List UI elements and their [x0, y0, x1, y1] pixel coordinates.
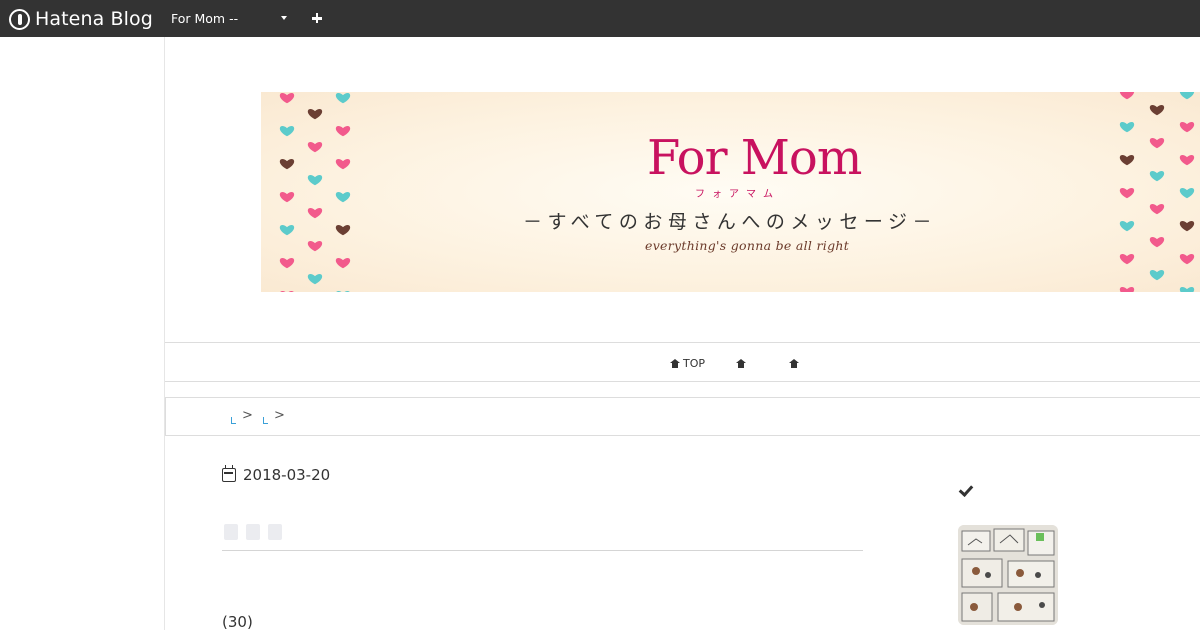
heart-shape: [1119, 254, 1135, 265]
heart-shape: [279, 258, 295, 269]
heart-shape: [1149, 105, 1165, 116]
entry-date[interactable]: 2018-03-20: [222, 465, 330, 485]
breadcrumb: > >: [165, 397, 1200, 436]
heart-shape: [279, 159, 295, 170]
heart-shape: [1179, 221, 1195, 232]
category-tag[interactable]: [268, 524, 282, 540]
nav-item-3[interactable]: [789, 355, 802, 371]
entry-date-text: 2018-03-20: [243, 466, 331, 484]
heart-shape: [1179, 122, 1195, 133]
logo-text: Hatena Blog: [35, 8, 153, 30]
heart-shape: [1119, 188, 1135, 199]
left-hearts-decoration: [279, 93, 351, 292]
heart-shape: [307, 175, 323, 186]
heart-shape: [1149, 204, 1165, 215]
breadcrumb-link-category[interactable]: [263, 417, 268, 424]
category-tag[interactable]: [246, 524, 260, 540]
breadcrumb-separator: >: [274, 408, 285, 423]
blog-header-banner[interactable]: For Mom フォアマム －すべてのお母さんへのメッセージ－ everythi…: [261, 92, 1200, 292]
breadcrumb-separator: >: [242, 408, 253, 423]
heart-shape: [1179, 155, 1195, 166]
heart-shape: [1119, 92, 1135, 100]
heart-shape: [279, 126, 295, 137]
heart-shape: [307, 274, 323, 285]
left-column-divider: [164, 37, 165, 630]
category-tag[interactable]: [224, 524, 238, 540]
entry-count: (30): [222, 613, 253, 630]
blog-select-dropdown[interactable]: For Mom --: [171, 9, 289, 29]
heart-shape: [307, 109, 323, 120]
entry-categories: [224, 524, 282, 540]
heart-shape: [307, 208, 323, 219]
nav-item-label: TOP: [683, 356, 706, 370]
heart-shape: [1179, 92, 1195, 100]
heart-shape: [1149, 138, 1165, 149]
banner-kana: フォアマム: [695, 189, 780, 200]
drawing-thumbnail[interactable]: [958, 525, 1058, 625]
heart-shape: [279, 225, 295, 236]
heart-shape: [335, 192, 351, 203]
banner-tagline: everything's gonna be all right: [645, 238, 850, 253]
heart-shape: [336, 291, 350, 292]
home-icon: [789, 358, 799, 368]
heart-shape: [279, 93, 295, 104]
breadcrumb-link-home[interactable]: [231, 417, 236, 424]
heart-shape: [279, 192, 295, 203]
heart-shape: [1179, 188, 1195, 199]
heart-shape: [335, 258, 351, 269]
heart-shape: [335, 159, 351, 170]
heart-shape: [335, 126, 351, 137]
thumbnail-image: [958, 525, 1058, 625]
home-icon: [670, 358, 680, 368]
banner-title: For Mom: [647, 130, 862, 186]
heart-shape: [1149, 171, 1165, 182]
global-nav: TOP: [165, 342, 1200, 382]
global-header: Hatena Blog For Mom --: [0, 0, 1200, 37]
heart-shape: [335, 93, 351, 104]
heart-shape: [1119, 155, 1135, 166]
heart-shape: [307, 241, 323, 252]
home-icon: [736, 358, 746, 368]
entry-title-divider: [222, 550, 863, 551]
heart-shape: [1149, 270, 1165, 281]
nav-item-2[interactable]: [736, 355, 749, 371]
calendar-icon: [222, 465, 236, 482]
heart-shape: [1119, 122, 1135, 133]
plus-icon[interactable]: [309, 9, 325, 27]
heart-shape: [335, 225, 351, 236]
heart-shape: [1119, 287, 1135, 292]
heart-shape: [1149, 237, 1165, 248]
heart-shape: [1179, 287, 1195, 292]
heart-shape: [1119, 221, 1135, 232]
heart-shape: [280, 291, 294, 292]
check-icon: [959, 484, 973, 496]
hatena-blog-logo[interactable]: Hatena Blog: [9, 6, 153, 32]
banner-subtitle: －すべてのお母さんへのメッセージ－: [523, 211, 938, 233]
nav-item-top[interactable]: TOP: [670, 355, 705, 371]
right-hearts-decoration: [1119, 92, 1195, 292]
heart-shape: [1179, 254, 1195, 265]
hatena-logo-icon: [9, 8, 30, 30]
heart-shape: [307, 142, 323, 153]
caret-down-icon[interactable]: [281, 16, 287, 20]
